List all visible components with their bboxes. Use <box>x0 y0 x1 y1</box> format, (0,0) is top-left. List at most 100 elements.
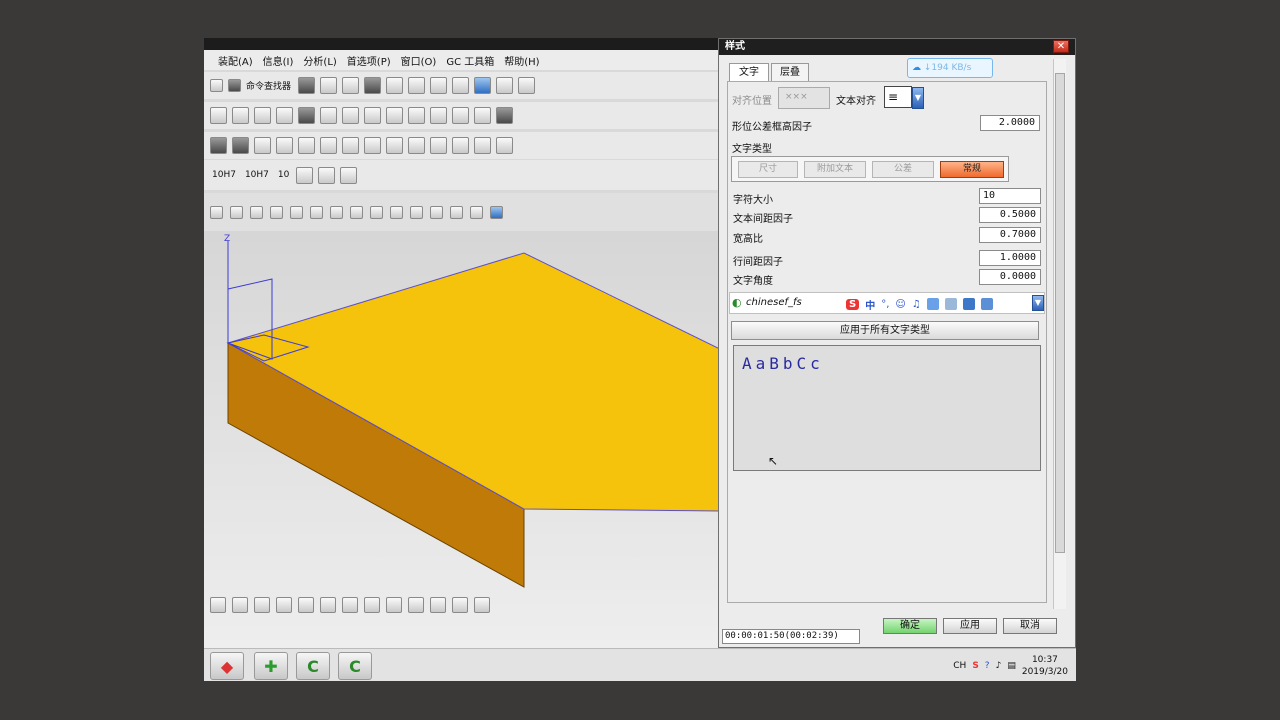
snap-cube-icon[interactable] <box>490 205 503 219</box>
snap-endpoint-icon[interactable] <box>230 205 243 219</box>
filter-icon[interactable] <box>210 205 223 219</box>
check-icon[interactable] <box>386 107 403 124</box>
polygon-icon[interactable] <box>276 597 292 613</box>
crosshair-icon[interactable] <box>276 107 293 124</box>
scrollbar-thumb[interactable] <box>1055 73 1065 553</box>
fit-view-icon[interactable] <box>342 77 360 94</box>
tab-layer[interactable]: 层叠 <box>771 63 809 81</box>
cancel-button[interactable]: 取消 <box>1003 618 1057 634</box>
command-finder-button[interactable]: 命令查找器 <box>228 79 293 92</box>
apply-all-types-button[interactable]: 应用于所有文字类型 <box>731 321 1039 340</box>
arc-icon[interactable] <box>210 597 226 613</box>
rectangle-icon[interactable] <box>254 597 270 613</box>
break-view-icon[interactable] <box>298 137 315 154</box>
microphone-icon[interactable]: ♫ <box>912 299 921 310</box>
measure-icon[interactable] <box>452 77 470 94</box>
ok-button[interactable]: 确定 <box>883 618 937 634</box>
char-size-field[interactable]: 10 <box>979 188 1041 204</box>
table-icon[interactable] <box>254 107 271 124</box>
pen-icon[interactable] <box>364 107 381 124</box>
dialog-scrollbar[interactable] <box>1053 59 1066 609</box>
fit-tolerance-icon-1[interactable]: 10H7 <box>210 170 238 180</box>
section-icon[interactable] <box>232 107 249 124</box>
surface-finish-icon[interactable] <box>452 137 469 154</box>
trim-icon[interactable] <box>364 597 380 613</box>
fit-tolerance-icon-3[interactable]: 10 <box>276 170 291 180</box>
leader-icon[interactable] <box>296 166 314 184</box>
punctuation-icon[interactable]: °, <box>881 299 889 310</box>
region-icon[interactable] <box>364 137 381 154</box>
graphics-window[interactable]: Z <box>204 231 725 651</box>
menu-assembly[interactable]: 装配(A) <box>218 53 253 68</box>
language-indicator[interactable]: CH <box>953 661 966 671</box>
zoom-icon[interactable] <box>342 107 359 124</box>
slope-icon[interactable] <box>408 107 425 124</box>
skin-icon[interactable] <box>962 298 975 310</box>
spline-icon[interactable] <box>298 597 314 613</box>
type-tolerance-button[interactable]: 公差 <box>872 161 934 178</box>
text-align-dropdown[interactable]: ≡ <box>884 86 912 108</box>
constraint-icon[interactable] <box>474 597 490 613</box>
char-gap-field[interactable]: 0.5000 <box>979 207 1041 223</box>
line-gap-field[interactable]: 1.0000 <box>979 250 1041 266</box>
play-icon[interactable] <box>474 77 492 94</box>
help-icon[interactable]: ? <box>985 661 990 671</box>
menu-gc-toolbox[interactable]: GC 工具箱 <box>446 53 494 68</box>
tab-text[interactable]: 文字 <box>729 63 769 82</box>
fit-tolerance-icon-2[interactable]: 10H7 <box>243 170 271 180</box>
ime-chinese-toggle[interactable]: 中 <box>865 297 875 312</box>
pencil-icon[interactable] <box>518 77 536 94</box>
target-icon[interactable] <box>474 107 491 124</box>
menu-preferences[interactable]: 首选项(P) <box>347 53 391 68</box>
pattern-icon[interactable] <box>452 597 468 613</box>
detail-view-icon[interactable] <box>254 137 271 154</box>
hatch-icon[interactable] <box>320 137 337 154</box>
taskbar-app-nx-icon[interactable]: ◆ <box>210 652 244 680</box>
taskbar-app-360-icon[interactable]: ✚ <box>254 652 288 680</box>
snap-plus-icon[interactable] <box>450 205 463 219</box>
snap-arc-icon[interactable] <box>290 205 303 219</box>
grid-icon[interactable] <box>386 137 403 154</box>
snap-quadrant-icon[interactable] <box>430 205 443 219</box>
text-style-icon[interactable] <box>298 77 316 94</box>
close-icon[interactable]: ✕ <box>1053 40 1069 53</box>
taskbar-app-camtasia2-icon[interactable]: C <box>338 652 372 680</box>
border-icon[interactable] <box>342 137 359 154</box>
menu-help[interactable]: 帮助(H) <box>504 53 539 68</box>
sogou-icon[interactable]: S <box>972 661 978 671</box>
diameter-icon[interactable] <box>318 166 336 184</box>
text-angle-field[interactable]: 0.0000 <box>979 269 1041 285</box>
menu-analysis[interactable]: 分析(L) <box>303 53 336 68</box>
base-view-icon[interactable] <box>210 137 227 154</box>
font-selector[interactable]: ◐ chinesef_fs S 中 °, ☺ ♫ ▼ <box>729 292 1045 314</box>
network-icon[interactable]: ▤ <box>1007 661 1016 671</box>
mirror-icon[interactable] <box>430 597 446 613</box>
select-box-icon[interactable] <box>310 205 323 219</box>
emoji-icon[interactable]: ☺ <box>895 299 905 310</box>
offset-icon[interactable] <box>342 597 358 613</box>
layer-icon[interactable] <box>408 77 426 94</box>
taskbar-app-camtasia-icon[interactable]: C <box>296 652 330 680</box>
sogou-ime-icon[interactable]: S <box>846 298 860 310</box>
toolbox-icon[interactable] <box>980 298 993 310</box>
snap-nearest-icon[interactable] <box>470 205 483 219</box>
fillet-icon[interactable] <box>232 597 248 613</box>
chevron-down-icon[interactable]: ▼ <box>912 87 924 109</box>
fill-icon[interactable] <box>496 107 513 124</box>
move-icon[interactable] <box>452 107 469 124</box>
info-icon[interactable] <box>320 77 338 94</box>
wcs-icon[interactable] <box>430 77 448 94</box>
tolerance-frame-field[interactable]: 2.0000 <box>980 115 1040 131</box>
snap-midpoint-icon[interactable] <box>250 205 263 219</box>
clock[interactable]: 10:37 2019/3/20 <box>1022 654 1068 678</box>
datum-icon[interactable] <box>320 107 337 124</box>
point-icon[interactable] <box>320 597 336 613</box>
type-general-button[interactable]: 常规 <box>940 161 1004 178</box>
triangle-icon[interactable] <box>474 137 491 154</box>
arrow-icon[interactable] <box>340 166 358 184</box>
snap-point-icon[interactable] <box>330 205 343 219</box>
section-view-icon[interactable] <box>276 137 293 154</box>
snap-center-icon[interactable] <box>270 205 283 219</box>
abc-icon[interactable] <box>430 137 447 154</box>
cross-icon[interactable] <box>430 107 447 124</box>
